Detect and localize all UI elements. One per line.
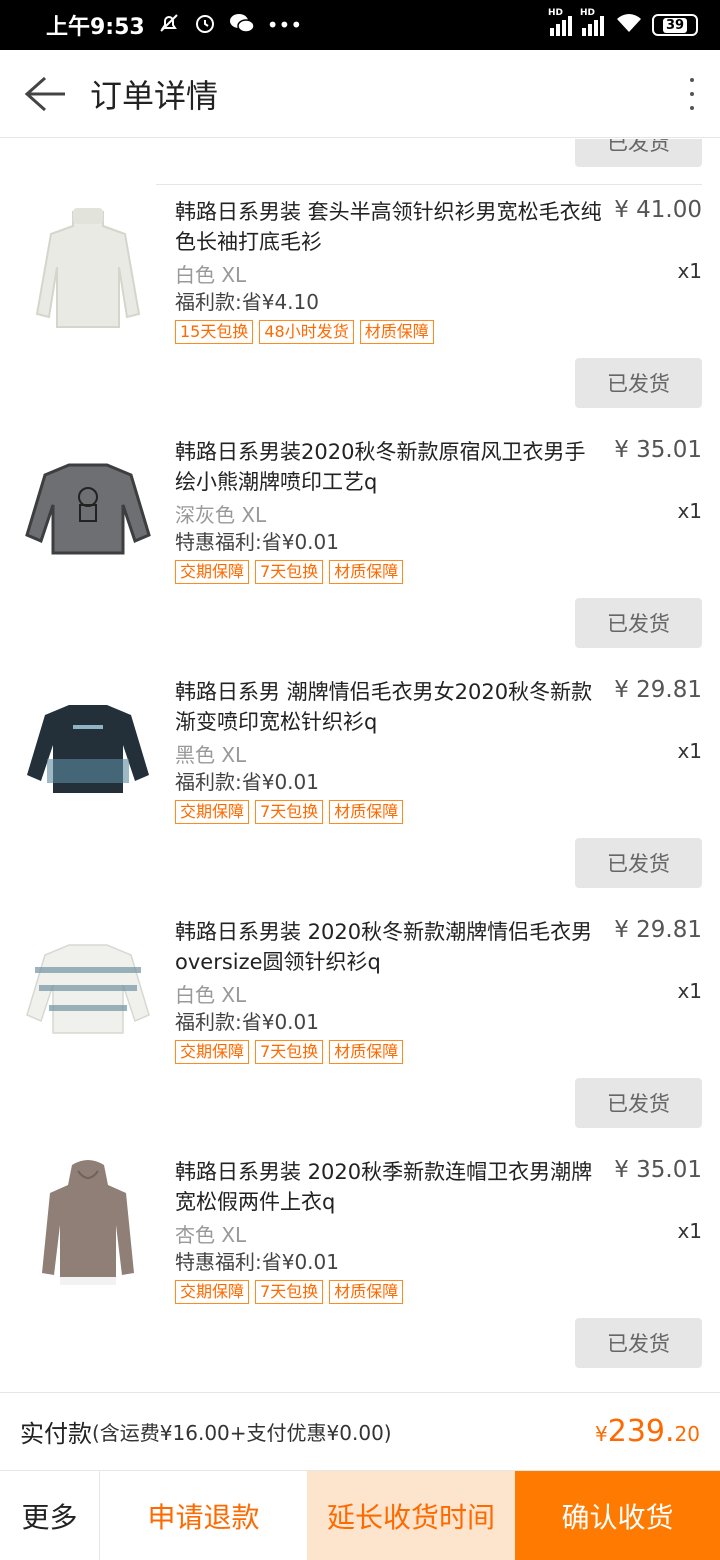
product-discount: 特惠福利:省¥0.01 (175, 530, 339, 554)
wifi-icon (616, 12, 642, 39)
product-quantity: x1 (677, 1219, 702, 1243)
shipped-button[interactable]: 已发货 (575, 358, 702, 408)
signal-icon: HD (548, 8, 572, 36)
order-item[interactable]: 韩路日系男 潮牌情侣毛衣男女2020秋冬新款渐变喷印宽松针织衫q ¥ 29.81… (0, 667, 720, 847)
service-tag: 材质保障 (329, 1040, 404, 1064)
total-integer: 239. (607, 1414, 675, 1449)
product-spec: 黑色 XL (175, 743, 247, 767)
service-tags: 交期保障 7天包换 材质保障 (175, 1040, 404, 1064)
product-discount: 福利款:省¥0.01 (175, 1010, 319, 1034)
service-tag: 材质保障 (329, 1280, 404, 1304)
service-tag: 交期保障 (175, 800, 250, 824)
product-image[interactable] (18, 667, 158, 827)
arrow-left-icon (24, 76, 65, 111)
product-name[interactable]: 韩路日系男装2020秋冬新款原宿风卫衣男手绘小熊潮牌喷印工艺q (175, 437, 605, 497)
product-spec: 白色 XL (175, 983, 247, 1007)
service-tag: 7天包换 (255, 1040, 324, 1064)
product-price: ¥ 35.01 (614, 437, 702, 463)
divider (156, 184, 702, 185)
service-tag: 7天包换 (255, 560, 324, 584)
shipped-button[interactable]: 已发货 (575, 139, 702, 167)
product-price: ¥ 29.81 (614, 917, 702, 943)
vertical-dots-icon[interactable] (664, 77, 720, 110)
service-tags: 15天包换 48小时发货 材质保障 (175, 320, 434, 344)
service-tags: 交期保障 7天包换 材质保障 (175, 800, 404, 824)
product-quantity: x1 (677, 259, 702, 283)
product-price: ¥ 41.00 (614, 197, 702, 223)
total-detail: (含运费¥16.00+支付优惠¥0.00) (92, 1421, 392, 1445)
service-tag: 48小时发货 (259, 320, 354, 344)
alarm-icon (193, 11, 217, 40)
product-name[interactable]: 韩路日系男装 2020秋季新款连帽卫衣男潮牌宽松假两件上衣q (175, 1157, 605, 1217)
service-tag: 15天包换 (175, 320, 254, 344)
more-notifications-icon: ••• (266, 13, 303, 37)
product-name[interactable]: 韩路日系男装 套头半高领针织衫男宽松毛衣纯色长袖打底毛衫 (175, 197, 605, 257)
battery-level: 39 (662, 17, 688, 33)
status-bar: 上午9:53 ••• HD HD 39 (0, 0, 720, 50)
product-discount: 特惠福利:省¥0.01 (175, 1250, 339, 1274)
service-tag: 交期保障 (175, 1280, 250, 1304)
service-tag: 材质保障 (329, 560, 404, 584)
more-button[interactable]: 更多 (0, 1471, 100, 1560)
wechat-icon (229, 11, 255, 40)
product-discount: 福利款:省¥0.01 (175, 770, 319, 794)
shipped-button[interactable]: 已发货 (575, 1318, 702, 1368)
product-name[interactable]: 韩路日系男装 2020秋冬新款潮牌情侣毛衣男oversize圆领针织衫q (175, 917, 605, 977)
app-header: 订单详情 (0, 50, 720, 138)
order-item[interactable]: 韩路日系男装 2020秋季新款连帽卫衣男潮牌宽松假两件上衣q ¥ 35.01 杏… (0, 1147, 720, 1327)
service-tag: 材质保障 (359, 320, 434, 344)
no-disturb-icon (157, 11, 181, 40)
service-tag: 7天包换 (255, 800, 324, 824)
product-spec: 深灰色 XL (175, 503, 267, 527)
product-price: ¥ 35.01 (614, 1157, 702, 1183)
service-tag: 交期保障 (175, 1040, 250, 1064)
total-decimal: 20 (674, 1422, 700, 1446)
total-currency: ¥ (595, 1422, 608, 1446)
product-image[interactable] (18, 1147, 158, 1307)
product-image[interactable] (18, 427, 158, 587)
shipped-button[interactable]: 已发货 (575, 838, 702, 888)
total-label: 实付款 (20, 1420, 92, 1448)
total-amount: ¥ 239. 20 (595, 1414, 700, 1449)
product-quantity: x1 (677, 739, 702, 763)
shipped-button[interactable]: 已发货 (575, 598, 702, 648)
shipped-button[interactable]: 已发货 (575, 1078, 702, 1128)
confirm-receipt-button[interactable]: 确认收货 (515, 1471, 720, 1560)
order-item[interactable]: 韩路日系男装 2020秋冬新款潮牌情侣毛衣男oversize圆领针织衫q ¥ 2… (0, 907, 720, 1087)
product-image[interactable] (18, 187, 158, 347)
product-spec: 杏色 XL (175, 1223, 247, 1247)
order-item[interactable]: 韩路日系男装 套头半高领针织衫男宽松毛衣纯色长袖打底毛衫 ¥ 41.00 白色 … (0, 187, 720, 367)
product-spec: 白色 XL (175, 263, 247, 287)
product-discount: 福利款:省¥4.10 (175, 290, 319, 314)
status-time: 上午9:53 (46, 15, 145, 40)
product-price: ¥ 29.81 (614, 677, 702, 703)
product-name[interactable]: 韩路日系男 潮牌情侣毛衣男女2020秋冬新款渐变喷印宽松针织衫q (175, 677, 605, 737)
bottom-action-bar: 更多 申请退款 延长收货时间 确认收货 (0, 1470, 720, 1560)
product-quantity: x1 (677, 979, 702, 1003)
service-tag: 7天包换 (255, 1280, 324, 1304)
total-payment-bar: 实付款 (含运费¥16.00+支付优惠¥0.00) ¥ 239. 20 (0, 1392, 720, 1470)
page-title: 订单详情 (90, 76, 219, 115)
order-item[interactable]: 韩路日系男装2020秋冬新款原宿风卫衣男手绘小熊潮牌喷印工艺q ¥ 35.01 … (0, 427, 720, 607)
extend-receipt-button[interactable]: 延长收货时间 (307, 1471, 515, 1560)
service-tags: 交期保障 7天包换 材质保障 (175, 560, 404, 584)
back-button[interactable] (0, 50, 90, 138)
order-item-list[interactable]: 已发货 韩路日系男装 套头半高领针织衫男宽松毛衣纯色长袖打底毛衫 ¥ 41.00… (0, 139, 720, 1391)
service-tags: 交期保障 7天包换 材质保障 (175, 1280, 404, 1304)
product-image[interactable] (18, 907, 158, 1067)
battery-icon: 39 (652, 14, 698, 36)
refund-button[interactable]: 申请退款 (100, 1471, 307, 1560)
service-tag: 材质保障 (329, 800, 404, 824)
product-quantity: x1 (677, 499, 702, 523)
signal-2-icon: HD (580, 8, 604, 36)
service-tag: 交期保障 (175, 560, 250, 584)
